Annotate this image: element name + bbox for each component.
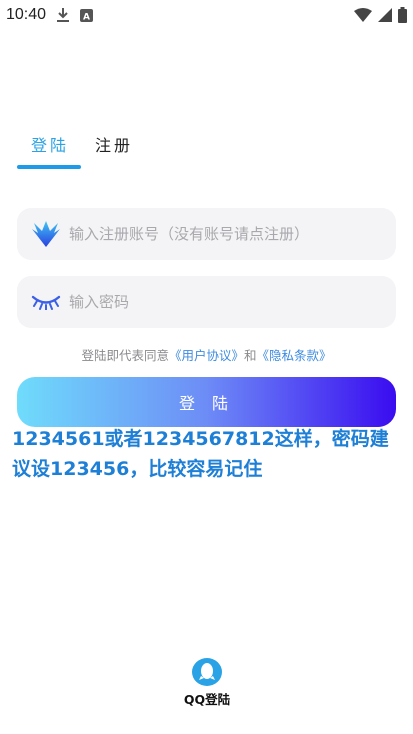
battery-icon xyxy=(398,7,407,23)
logo-icon xyxy=(29,219,63,249)
a-badge-icon: A xyxy=(80,8,94,22)
agreement-prefix: 登陆即代表同意 xyxy=(81,348,169,363)
user-agreement-link[interactable]: 《用户协议》 xyxy=(169,348,244,363)
qq-login-button[interactable]: QQ登陆 xyxy=(179,658,235,708)
agreement-conjunction: 和 xyxy=(244,348,257,363)
status-time: 10:40 xyxy=(6,6,47,23)
tab-indicator xyxy=(17,165,81,169)
account-field[interactable] xyxy=(17,208,396,260)
tab-login[interactable]: 登陆 xyxy=(18,128,82,168)
qq-login-label: QQ登陆 xyxy=(183,692,231,707)
status-right xyxy=(354,7,407,23)
status-icons-left: A xyxy=(56,7,94,23)
download-icon xyxy=(57,8,70,22)
status-left: 10:40 A xyxy=(6,6,94,24)
login-button[interactable]: 登 陆 xyxy=(17,377,396,427)
hint-text: 1234561或者1234567812这样，密码建议设123456，比较容易记住 xyxy=(12,428,389,480)
qq-icon xyxy=(192,658,222,686)
password-field[interactable] xyxy=(17,276,396,328)
account-input[interactable] xyxy=(69,225,389,243)
wifi-icon xyxy=(354,8,372,22)
signal-icon xyxy=(378,8,392,22)
privacy-policy-link[interactable]: 《隐私条款》 xyxy=(257,348,332,363)
login-screen: 10:40 A 登陆 注册 输入注册账号（没有账号请点注册） 登陆即代表同意《用… xyxy=(0,0,413,734)
tab-register[interactable]: 注册 xyxy=(82,128,146,168)
svg-text:A: A xyxy=(83,12,90,22)
auth-tabs: 登陆 注册 xyxy=(18,128,146,168)
closed-eye-icon[interactable] xyxy=(29,287,63,317)
password-input[interactable] xyxy=(69,293,389,311)
status-bar: 10:40 A xyxy=(0,0,413,30)
agreement-text: 登陆即代表同意《用户协议》和《隐私条款》 xyxy=(0,345,413,364)
